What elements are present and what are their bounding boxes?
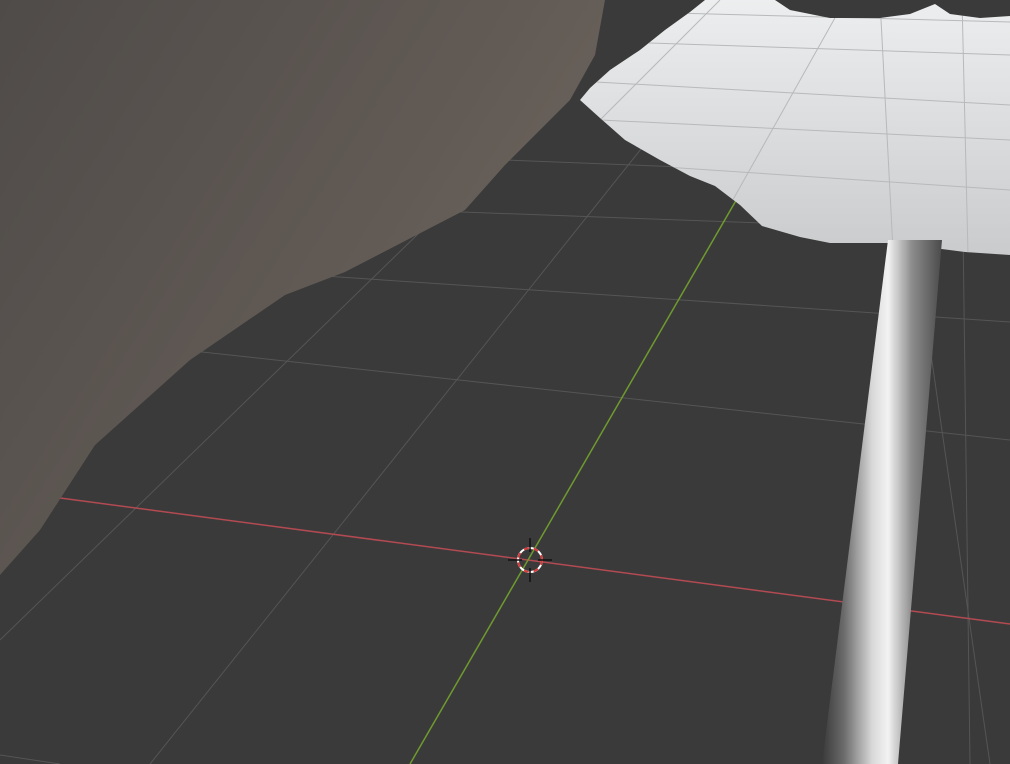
- wall-object[interactable]: [0, 0, 605, 575]
- 3d-viewport[interactable]: [0, 0, 1010, 764]
- pole-object[interactable]: [822, 240, 942, 764]
- viewport-canvas[interactable]: [0, 0, 1010, 764]
